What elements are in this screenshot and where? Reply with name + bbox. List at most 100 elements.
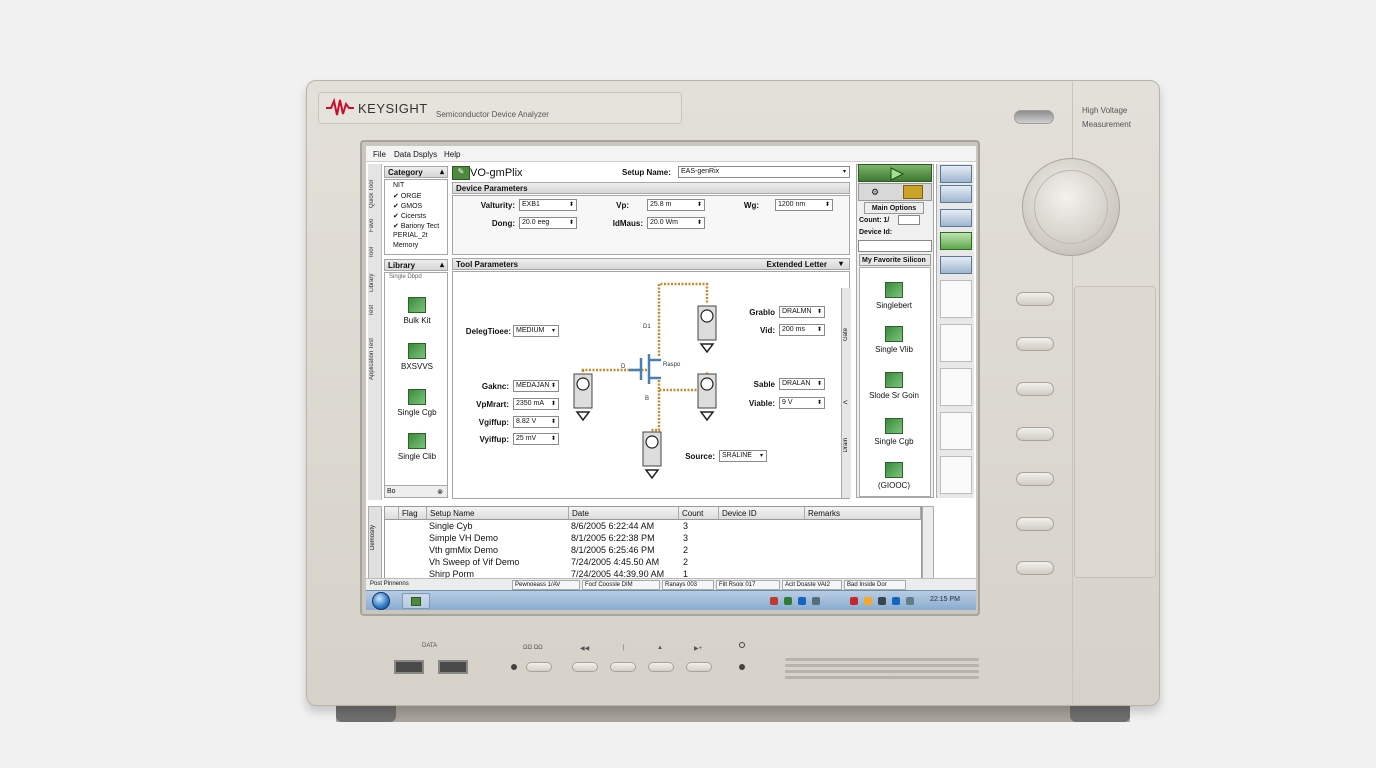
library-item[interactable]: Single Clib [389,433,445,461]
column-header[interactable]: Setup Name [427,507,569,520]
softkey-7[interactable] [1016,561,1054,575]
taskbar-app-button[interactable] [402,593,430,609]
softkey-1[interactable] [1016,292,1054,306]
dong-field[interactable]: 20.0 eeg ⬍ [519,217,577,229]
column-header[interactable]: Date [569,507,679,520]
column-header[interactable]: Count [679,507,719,520]
quick-slot[interactable] [940,280,972,318]
tab-favorite[interactable]: Favo [369,212,381,232]
tab-tool[interactable]: Tool [369,236,381,258]
wg-field[interactable]: 1200 nm ⬍ [775,199,833,211]
softkey-6[interactable] [1016,517,1054,531]
viable-field[interactable]: 9 V ⬍ [779,397,825,409]
chevron-left-icon[interactable]: < [843,398,848,407]
idmaus-field[interactable]: 20.0 Wm ⬍ [647,217,705,229]
softkey-5[interactable] [1016,472,1054,486]
vp-field[interactable]: 25.8 m ⬍ [647,199,705,211]
category-item[interactable]: ✔ ORGE [393,192,421,200]
grablo-field[interactable]: DRALMN ⬍ [779,306,825,318]
column-header[interactable]: Flag [399,507,427,520]
category-item[interactable]: Memory [393,242,418,249]
tab-application-test[interactable]: Application Test [369,320,381,380]
category-item[interactable]: ✔ Bariony Tect [393,222,439,230]
collapse-icon[interactable]: ▴ [440,260,444,269]
library-top-item[interactable]: Single Dbpd [389,274,422,280]
softkey-3[interactable] [1016,382,1054,396]
extended-letter-tab[interactable]: Extended Letter [767,260,827,269]
front-button-5[interactable] [686,662,712,672]
valturity-field[interactable]: EXB1 ⬍ [519,199,577,211]
tray-icon[interactable] [784,597,792,605]
dropdown-icon[interactable]: ▾ [839,259,843,268]
tab-library[interactable]: Library [369,262,381,292]
quick-slot[interactable] [940,324,972,362]
library-item[interactable]: BXSVVS [389,343,445,371]
library-item-bulk-kit[interactable]: Bulk Kit [389,297,445,325]
setup-name-cell: Single Cyb [429,521,473,531]
run-button[interactable] [858,164,932,182]
vyiffup-field[interactable]: 25 mV ⬍ [513,433,559,445]
favorite-item[interactable]: (GIOOC) [864,462,924,490]
front-button-4[interactable] [648,662,674,672]
tray-icon[interactable] [892,597,900,605]
probe-icon[interactable]: ⚙ [871,187,879,198]
vid-field[interactable]: 200 ms ⬍ [779,324,825,336]
favorite-item[interactable]: Single Vlib [864,326,924,354]
table-side-label[interactable]: Demosity [370,525,376,550]
front-button-3[interactable] [610,662,636,672]
quick-launch-button[interactable] [940,209,972,227]
quick-launch-button[interactable] [940,165,972,183]
diamond-grid-icon[interactable] [903,185,923,199]
tab-gate[interactable]: Gate [843,328,849,341]
quick-slot[interactable] [940,456,972,494]
softkey-4[interactable] [1016,427,1054,441]
binoculars-icon[interactable]: ⊗ [437,488,443,496]
category-item[interactable]: ✔ Cicersts [393,212,426,220]
main-options-button[interactable]: Main Options [864,202,924,214]
setup-name-field[interactable]: EAS-genRix ▾ [678,166,850,178]
usb-port-1[interactable] [394,660,424,674]
tray-icon[interactable] [864,597,872,605]
device-id-field[interactable] [858,240,932,252]
gaknc-field[interactable]: MEDAJAN ⬍ [513,380,559,392]
column-header[interactable]: Remarks [805,507,921,520]
menu-file[interactable]: File [373,150,386,159]
deleg-dropdown[interactable]: MEDIUM ▾ [513,325,559,337]
sable-field[interactable]: DRALAN ⬍ [779,378,825,390]
vpmrart-field[interactable]: 2350 mA ⬍ [513,398,559,410]
tab-quick-tool[interactable]: Quick Tool [369,166,381,208]
tray-icon[interactable] [878,597,886,605]
favorite-item[interactable]: Slode Sr Goin [864,372,924,400]
category-item[interactable]: NIT [393,182,404,189]
tray-icon[interactable] [798,597,806,605]
tab-drain[interactable]: Drain [843,438,849,452]
library-item[interactable]: Single Cgb [389,389,445,417]
column-header[interactable]: Device ID [719,507,805,520]
tab-test[interactable]: Test [369,296,381,316]
favorite-item[interactable]: Single Cgb [864,418,924,446]
category-item[interactable]: PERIAL_2t [393,232,428,239]
tray-icon[interactable] [770,597,778,605]
quick-launch-button[interactable] [940,232,972,250]
tray-icon[interactable] [906,597,914,605]
count-field[interactable] [898,215,920,225]
front-button-2[interactable] [572,662,598,672]
tray-icon[interactable] [850,597,858,605]
menu-help[interactable]: Help [444,150,460,159]
vgiffup-field[interactable]: 8.82 V ⬍ [513,416,559,428]
collapse-icon[interactable]: ▴ [440,167,444,176]
quick-slot[interactable] [940,368,972,406]
tray-icon[interactable] [812,597,820,605]
quick-slot[interactable] [940,412,972,450]
quick-launch-button[interactable] [940,256,972,274]
table-scrollbar[interactable] [922,506,934,580]
menu-data-display[interactable]: Data Dsplys [394,150,437,159]
start-button[interactable] [372,592,390,610]
favorite-item[interactable]: Singlebert [864,282,924,310]
favorite-dropdown[interactable]: My Favorite Silicon [859,254,931,266]
front-button-1[interactable] [526,662,552,672]
usb-port-2[interactable] [438,660,468,674]
category-item[interactable]: ✔ GMOS [393,202,422,210]
softkey-2[interactable] [1016,337,1054,351]
quick-launch-button[interactable] [940,185,972,203]
